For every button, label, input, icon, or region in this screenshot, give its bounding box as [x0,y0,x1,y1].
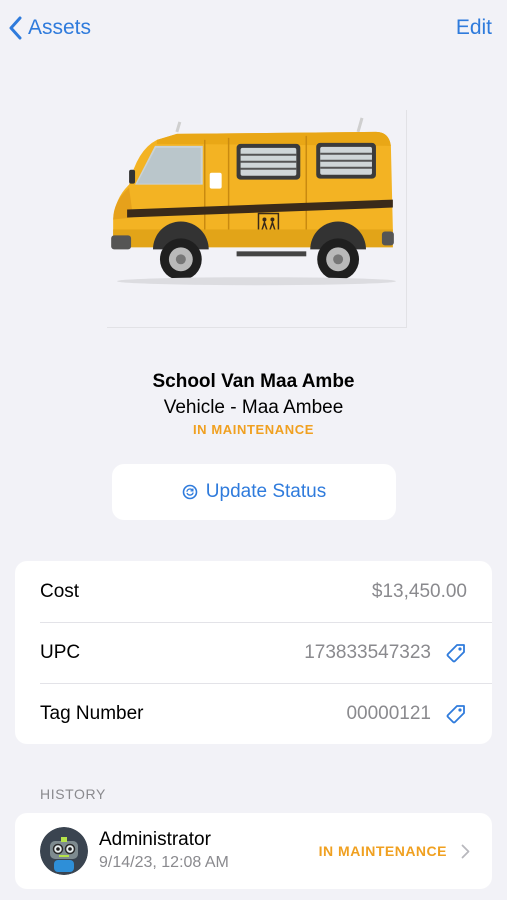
tag-number-label: Tag Number [40,702,144,724]
chevron-left-icon [9,16,22,40]
history-user: Administrator [99,829,211,850]
avatar [40,827,88,875]
history-date: 9/14/23, 12:08 AM [99,854,229,871]
history-card: Administrator 9/14/23, 12:08 AM IN MAINT… [15,813,492,889]
status-circle-icon [182,484,198,500]
asset-subtitle: Vehicle - Maa Ambee [163,397,344,418]
tag-icon[interactable] [445,703,467,725]
navigation-bar: Assets Edit [0,0,507,56]
tag-icon[interactable] [445,642,467,664]
school-van-image [111,117,396,286]
upc-label: UPC [40,641,81,663]
upc-value: 173833547323 [304,641,431,663]
back-button-label: Assets [28,16,92,39]
upc-row: UPC 173833547323 [15,622,492,683]
cost-label: Cost [40,580,80,602]
tag-number-value: 00000121 [346,702,431,724]
update-status-label: Update Status [205,481,327,502]
tag-number-row: Tag Number 00000121 [15,683,492,744]
update-status-button[interactable]: Update Status [112,464,396,520]
asset-photo[interactable] [107,110,407,328]
history-status-label: IN MAINTENANCE [318,843,447,859]
cost-row: Cost $13,450.00 [15,561,492,622]
history-entry-text: Administrator 9/14/23, 12:08 AM [99,828,319,874]
chevron-right-icon [461,844,470,858]
asset-details-card: Cost $13,450.00 UPC 173833547323 Tag Num… [15,561,492,744]
back-button[interactable]: Assets [8,14,91,42]
cost-value: $13,450.00 [371,580,467,602]
history-section-header: HISTORY [40,786,106,802]
asset-status-label: IN MAINTENANCE [192,422,315,437]
robot-avatar-icon [40,827,88,875]
asset-name: School Van Maa Ambe [152,371,355,392]
history-entry[interactable]: Administrator 9/14/23, 12:08 AM IN MAINT… [15,813,492,889]
edit-button[interactable]: Edit [456,14,492,42]
asset-title-block: School Van Maa Ambe Vehicle - Maa Ambee … [0,369,507,439]
